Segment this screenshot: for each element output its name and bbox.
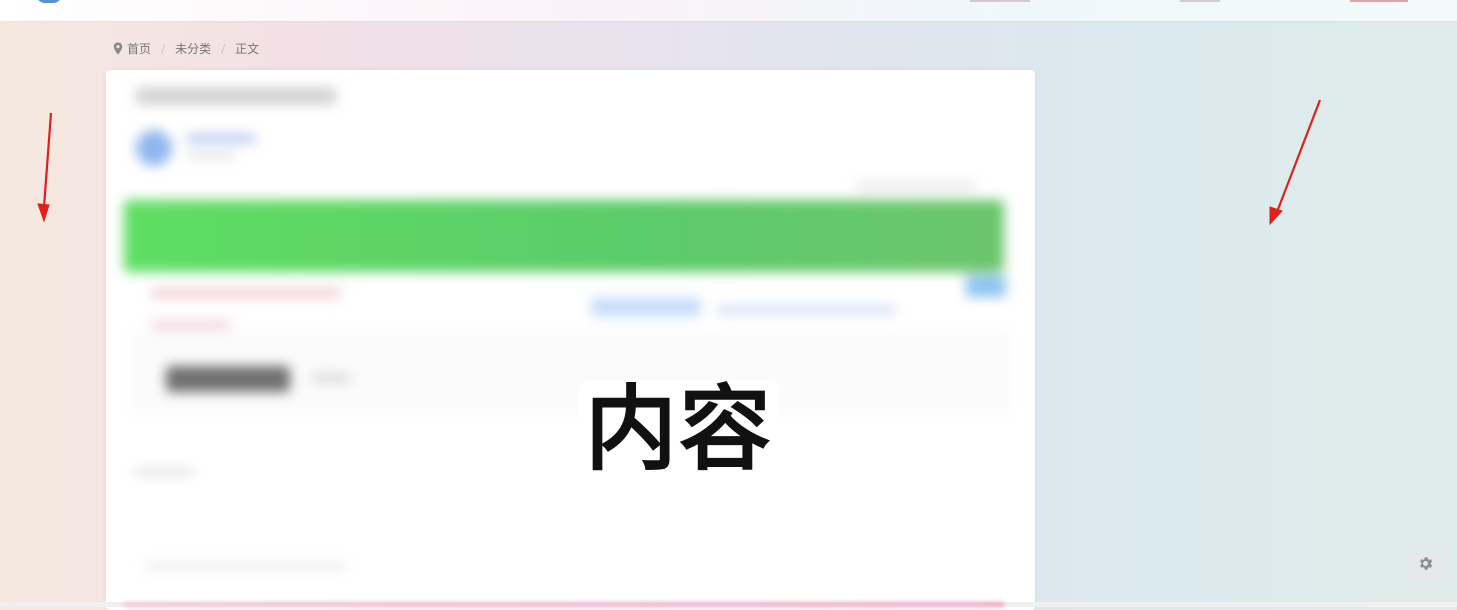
nav-blurred-item[interactable] <box>1350 0 1408 2</box>
post-meta <box>186 152 236 159</box>
top-navbar <box>0 0 1457 21</box>
nav-blurred-item[interactable] <box>970 0 1030 2</box>
blue-button[interactable] <box>591 298 701 316</box>
author-avatar[interactable] <box>136 130 172 166</box>
download-button[interactable] <box>166 366 290 392</box>
section-label <box>134 468 194 476</box>
nav-blurred-item[interactable] <box>1180 0 1220 2</box>
red-arrow-right <box>1269 99 1322 226</box>
content-overlay-label: 内容 <box>579 380 780 480</box>
green-banner <box>124 200 1004 272</box>
pink-line <box>151 288 341 298</box>
site-logo-icon[interactable] <box>36 0 62 3</box>
download-label <box>311 373 351 383</box>
breadcrumb: 首页 / 未分类 / 正文 <box>113 40 259 57</box>
blue-link[interactable] <box>716 306 896 314</box>
settings-button[interactable] <box>1407 547 1444 584</box>
text-line <box>146 562 346 570</box>
post-stats <box>856 182 976 190</box>
pink-footer-blur <box>124 602 1004 607</box>
breadcrumb-separator: / <box>221 41 226 56</box>
article-card: 内容 <box>106 70 1035 610</box>
blue-tag[interactable] <box>966 275 1006 297</box>
breadcrumb-current: 正文 <box>235 42 260 56</box>
location-pin-icon <box>113 42 123 55</box>
author-name[interactable] <box>186 134 256 143</box>
breadcrumb-separator: / <box>161 41 166 56</box>
article-title <box>136 88 336 104</box>
pink-line <box>151 320 231 329</box>
breadcrumb-category-link[interactable]: 未分类 <box>175 40 211 57</box>
breadcrumb-home-link[interactable]: 首页 <box>127 40 151 57</box>
red-arrow-left <box>37 112 53 223</box>
gear-icon <box>1417 555 1434 576</box>
blurred-article-content <box>106 70 1035 610</box>
bottom-strip <box>0 602 1457 607</box>
